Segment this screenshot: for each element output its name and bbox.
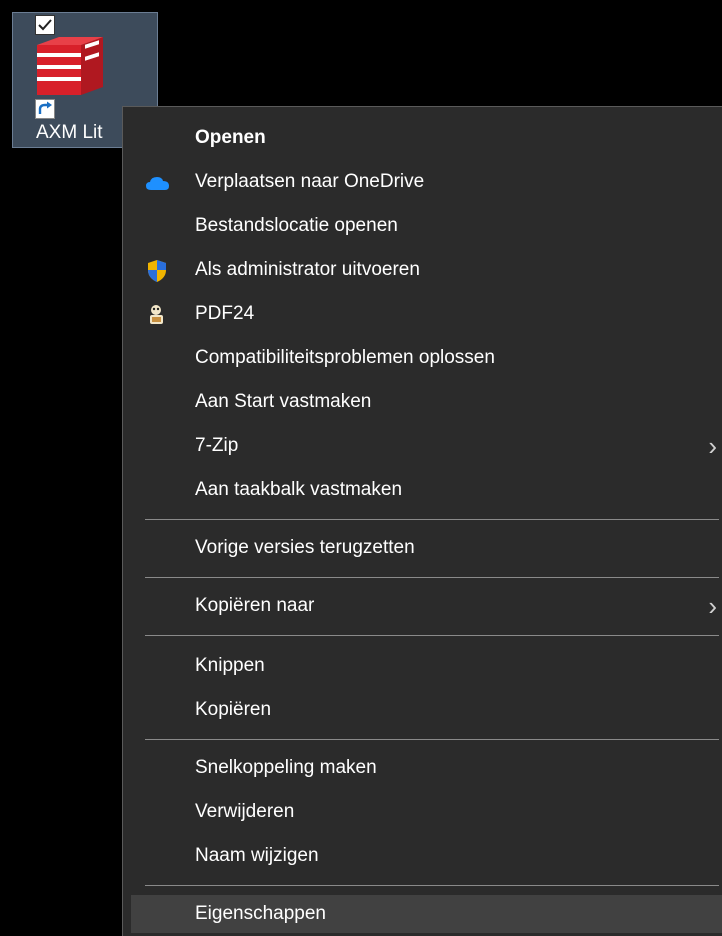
menu-item-label: Aan Start vastmaken (195, 391, 372, 412)
menu-item-openen[interactable]: Openen (131, 119, 722, 157)
menu-item-7zip[interactable]: 7-Zip › (131, 427, 722, 465)
chevron-right-icon: › (708, 431, 717, 461)
menu-item-eigenschappen[interactable]: Eigenschappen (131, 895, 722, 933)
menu-item-label: Als administrator uitvoeren (195, 259, 420, 280)
menu-item-label: 7-Zip (195, 435, 239, 456)
menu-separator (145, 739, 719, 740)
desktop: AXM Lit Openen Verplaatsen naar OneDrive… (0, 0, 722, 936)
menu-item-pdf24[interactable]: PDF24 (131, 295, 722, 333)
uac-shield-icon (145, 259, 169, 282)
desktop-icon-label: AXM Lit (36, 122, 103, 143)
menu-item-knippen[interactable]: Knippen (131, 647, 722, 685)
axm-app-icon (35, 35, 105, 106)
selection-checkbox[interactable] (35, 15, 55, 35)
menu-item-naam-wijzigen[interactable]: Naam wijzigen (131, 837, 722, 875)
menu-item-aan-start-vastmaken[interactable]: Aan Start vastmaken (131, 383, 722, 421)
menu-item-label: Snelkoppeling maken (195, 757, 377, 778)
menu-item-compatibiliteit[interactable]: Compatibiliteitsproblemen oplossen (131, 339, 722, 377)
menu-item-bestandslocatie[interactable]: Bestandslocatie openen (131, 207, 722, 245)
menu-item-aan-taakbalk-vastmaken[interactable]: Aan taakbalk vastmaken (131, 471, 722, 509)
menu-item-verwijderen[interactable]: Verwijderen (131, 793, 722, 831)
pdf24-icon (145, 303, 169, 325)
checkmark-icon (38, 19, 52, 31)
menu-item-label: Verplaatsen naar OneDrive (195, 171, 425, 192)
menu-item-label: Verwijderen (195, 801, 295, 822)
menu-item-kopieren-naar[interactable]: Kopiëren naar › (131, 587, 722, 625)
onedrive-cloud-icon (145, 171, 169, 193)
menu-item-label: Knippen (195, 655, 265, 676)
menu-item-label: Aan taakbalk vastmaken (195, 479, 403, 500)
menu-item-label: Kopiëren (195, 699, 272, 720)
menu-item-label: Naam wijzigen (195, 845, 319, 866)
menu-item-vorige-versies[interactable]: Vorige versies terugzetten (131, 529, 722, 567)
menu-item-label: Vorige versies terugzetten (195, 537, 415, 558)
menu-item-verplaatsen-onedrive[interactable]: Verplaatsen naar OneDrive (131, 163, 722, 201)
menu-item-label: Compatibiliteitsproblemen oplossen (195, 347, 495, 368)
chevron-right-icon: › (708, 591, 717, 621)
menu-separator (145, 635, 719, 636)
menu-separator (145, 519, 719, 520)
menu-item-snelkoppeling-maken[interactable]: Snelkoppeling maken (131, 749, 722, 787)
menu-item-label: Kopiëren naar (195, 595, 315, 616)
menu-item-label: Eigenschappen (195, 903, 326, 924)
menu-item-label: Openen (195, 127, 266, 148)
menu-separator (145, 577, 719, 578)
menu-item-label: PDF24 (195, 303, 255, 324)
shortcut-arrow-icon (35, 99, 55, 119)
menu-item-label: Bestandslocatie openen (195, 215, 398, 236)
menu-separator (145, 885, 719, 886)
context-menu: Openen Verplaatsen naar OneDrive Bestand… (122, 106, 722, 936)
menu-item-als-administrator[interactable]: Als administrator uitvoeren (131, 251, 722, 289)
menu-item-kopieren[interactable]: Kopiëren (131, 691, 722, 729)
